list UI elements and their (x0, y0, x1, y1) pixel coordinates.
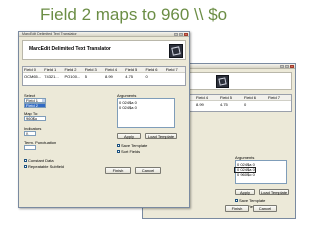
checkbox-label: Constant Data (28, 158, 54, 163)
column-header: Field 4 (105, 67, 118, 72)
chevron-down-icon[interactable] (42, 99, 45, 102)
indicators-input[interactable]: \\ (24, 131, 36, 136)
dropdown-option[interactable]: Field 2 (24, 103, 46, 108)
load-template-button[interactable]: Load Template (145, 133, 177, 139)
column-header: Field 3 (84, 67, 97, 72)
close-button[interactable] (290, 65, 294, 68)
cancel-button[interactable]: Cancel (135, 167, 161, 174)
header-panel: MarcEdit Delimited Text Translator (22, 40, 186, 60)
table-cell: 8.99 (196, 102, 204, 107)
cancel-button[interactable]: Cancel (253, 205, 277, 212)
table-cell: 4.75 (220, 102, 228, 107)
apply-button[interactable]: Apply (235, 189, 255, 195)
marcedit-logo-icon (216, 75, 229, 88)
sort-fields-checkbox[interactable]: Sort Fields (117, 149, 140, 154)
column-header: Field 5 (220, 95, 233, 100)
table-cell: 74321... (44, 74, 59, 79)
column-header: Field 6 (244, 95, 257, 100)
table-cell: OCM65... (24, 74, 42, 79)
field-preview-table[interactable]: Field 0 Field 1 Field 2 Field 3 Field 4 … (22, 66, 186, 86)
column-header: Field 5 (125, 67, 138, 72)
constant-data-checkbox[interactable]: Constant Data (24, 158, 54, 163)
map-to-input[interactable]: 960$o (24, 116, 46, 121)
apply-button[interactable]: Apply (117, 133, 141, 139)
term-punctuation-input[interactable] (24, 145, 36, 150)
repeatable-subfield-checkbox[interactable]: Repeatable Subfield (24, 164, 64, 169)
table-cell (165, 74, 185, 79)
slide-title: Field 2 maps to 960 \\ $o (40, 5, 228, 24)
marcedit-logo-icon (169, 44, 183, 58)
column-header: Field 7 (268, 95, 281, 100)
table-row[interactable]: OCM65... 74321... PO100... 5 8.99 4.75 0 (23, 74, 185, 79)
checkbox-label: Save Template (121, 143, 148, 148)
table-cell: 4.75 (125, 74, 134, 79)
maximize-button[interactable] (285, 65, 289, 68)
checkbox-label: Sort Fields (121, 149, 141, 154)
save-template-checkbox[interactable]: Save Template (235, 198, 265, 203)
finish-button[interactable]: Finish (105, 167, 131, 174)
table-cell (267, 102, 291, 107)
table-cell: 8.99 (105, 74, 113, 79)
checkbox-label: Repeatable Subfield (28, 164, 65, 169)
checkbox-label: Save Template (239, 198, 266, 203)
column-header: Field 0 (24, 67, 37, 72)
table-cell: PO100... (64, 74, 81, 79)
arguments-list[interactable]: 0 024$a 0 0 024$a 0 (117, 98, 175, 128)
save-template-checkbox[interactable]: Save Template (117, 143, 147, 148)
minimize-button[interactable] (280, 65, 284, 68)
table-cell: 5 (84, 74, 87, 79)
list-item[interactable]: 0 024$a 0 (119, 105, 173, 110)
table-header: Field 0 Field 1 Field 2 Field 3 Field 4 … (23, 67, 185, 73)
close-button[interactable] (184, 33, 188, 36)
finish-button[interactable]: Finish (225, 205, 249, 212)
table-cell: 0 (145, 74, 148, 79)
minimize-button[interactable] (174, 33, 178, 36)
maximize-button[interactable] (179, 33, 183, 36)
new-mapping-highlight (234, 167, 256, 173)
header-title: MarcEdit Delimited Text Translator (29, 46, 111, 52)
column-header: Field 1 (44, 67, 57, 72)
column-header: Field 7 (165, 67, 178, 72)
table-cell: 0 (244, 102, 247, 107)
window-titlebar[interactable]: MarcEdit Delimited Text Translator (19, 32, 189, 37)
column-header: Field 6 (145, 67, 158, 72)
window-title: MarcEdit Delimited Text Translator (22, 32, 77, 36)
translator-window-before: MarcEdit Delimited Text Translator MarcE… (18, 31, 190, 208)
column-header: Field 4 (196, 95, 209, 100)
load-template-button[interactable]: Load Template (259, 189, 289, 195)
column-header: Field 2 (64, 67, 77, 72)
